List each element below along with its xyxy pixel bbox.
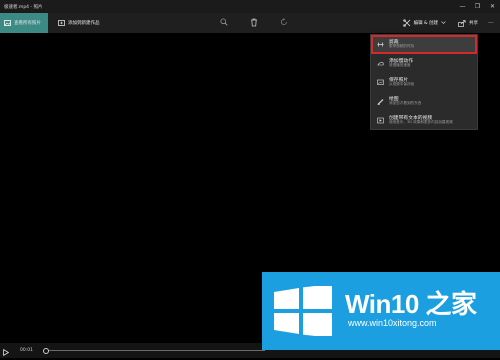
edit-create-button[interactable]: 编辑 & 创建 — [399, 13, 450, 33]
menu-item-draw[interactable]: 绘图 添加您才看到的东西 — [371, 92, 477, 111]
menu-item-desc: 更享视频的时刻 — [389, 44, 415, 49]
seek-track[interactable] — [45, 350, 265, 351]
trim-icon — [377, 41, 384, 48]
zoom-button[interactable] — [218, 13, 230, 33]
menu-item-slow-motion[interactable]: 添加慢动作 放慢播放速度 — [371, 54, 477, 73]
save-photo-icon — [377, 79, 384, 86]
minimize-button[interactable]: — — [455, 0, 470, 13]
edit-create-icon — [402, 19, 411, 27]
menu-item-desc: 添加您才看到的东西 — [389, 101, 422, 106]
photos-icon — [4, 20, 11, 26]
chevron-down-icon — [441, 20, 446, 26]
watermark-brand: Win10 之家 — [345, 289, 477, 319]
add-to-creation-button[interactable]: 添加到新建作品 — [54, 13, 104, 33]
window-title: 极速者.mp4 - 照片 — [4, 4, 43, 10]
title-bar: 极速者.mp4 - 照片 — ❐ ✕ — [0, 0, 500, 13]
more-icon: ··· — [488, 19, 494, 27]
edit-create-label: 编辑 & 创建 — [413, 21, 438, 26]
add-creation-icon — [58, 20, 65, 26]
edit-create-menu: 剪裁 更享视频的时刻 添加慢动作 放慢播放速度 保存照片 从视频中保存帧 绘图 … — [370, 34, 478, 130]
share-label: 共享 — [469, 21, 478, 26]
slow-motion-icon — [377, 60, 384, 67]
share-button[interactable]: 共享 — [454, 13, 482, 33]
close-icon: ✕ — [489, 3, 496, 10]
menu-item-desc: 放慢播放速度 — [389, 63, 411, 68]
app-toolbar: 查看所有照片 添加到新建作品 编辑 & 创建 共享 ··· — [0, 13, 500, 33]
seek-thumb[interactable] — [43, 348, 49, 354]
share-icon — [458, 19, 466, 27]
trash-icon — [250, 18, 258, 29]
zoom-icon — [220, 18, 228, 28]
maximize-icon: ❐ — [474, 3, 481, 10]
menu-item-video-with-text[interactable]: 创建带有文本的视频 使用音乐、3D 效果和更多内容创建视频 — [371, 111, 477, 130]
delete-button[interactable] — [248, 13, 260, 33]
menu-item-save-photo[interactable]: 保存照片 从视频中保存帧 — [371, 73, 477, 92]
view-all-photos-button[interactable]: 查看所有照片 — [0, 13, 48, 33]
menu-item-trim[interactable]: 剪裁 更享视频的时刻 — [371, 35, 477, 54]
watermark-banner: Win10 之家 www.win10xitong.com — [262, 272, 500, 350]
rotate-icon — [280, 18, 288, 28]
more-button[interactable]: ··· — [482, 13, 500, 33]
minimize-icon: — — [459, 3, 466, 10]
current-time: 00:01 — [20, 348, 33, 353]
windows-logo-icon — [274, 286, 332, 336]
menu-item-desc: 使用音乐、3D 效果和更多内容创建视频 — [389, 120, 453, 125]
play-button[interactable] — [0, 343, 12, 358]
add-to-creation-label: 添加到新建作品 — [68, 21, 100, 26]
watermark-url: www.win10xitong.com — [348, 318, 437, 328]
menu-item-desc: 从视频中保存帧 — [389, 82, 415, 87]
rotate-button[interactable] — [278, 13, 290, 33]
play-icon — [3, 341, 10, 360]
close-button[interactable]: ✕ — [485, 0, 500, 13]
maximize-button[interactable]: ❐ — [470, 0, 485, 13]
view-all-photos-label: 查看所有照片 — [14, 21, 41, 26]
video-text-icon — [377, 117, 384, 124]
draw-icon — [377, 98, 384, 105]
